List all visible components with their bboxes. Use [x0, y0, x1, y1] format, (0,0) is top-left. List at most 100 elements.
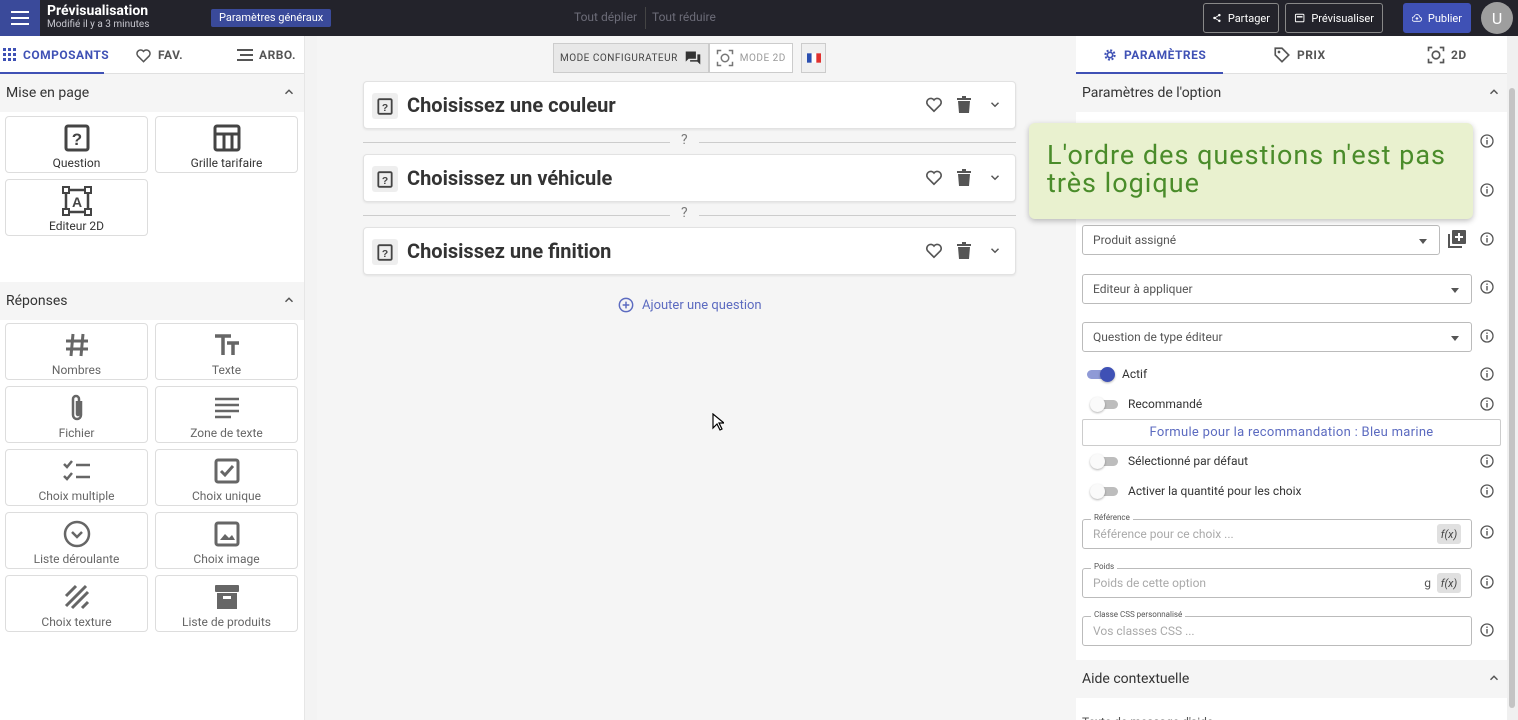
- css-class-label: Classe CSS personnalisé: [1091, 610, 1186, 619]
- collapse-all-button[interactable]: Tout réduire: [652, 10, 716, 24]
- separator-symbol: ?: [681, 132, 688, 148]
- editor-2d-icon: A: [61, 186, 92, 216]
- info-icon[interactable]: [1480, 280, 1494, 294]
- layout-grid: ? Question Grille tarifaire A Editeur 2D: [0, 112, 304, 282]
- mode-configurator-button[interactable]: MODE CONFIGURATEUR: [553, 43, 709, 73]
- tab-favorites[interactable]: FAV.: [135, 36, 183, 74]
- component-editor-2d[interactable]: A Editeur 2D: [5, 179, 148, 236]
- component-single-choice[interactable]: Choix unique: [155, 449, 298, 506]
- assigned-product-select[interactable]: Produit assigné: [1082, 225, 1440, 255]
- default-selected-toggle[interactable]: [1090, 454, 1120, 469]
- language-button[interactable]: [801, 43, 826, 73]
- info-icon[interactable]: [1480, 232, 1494, 246]
- expand-all-button[interactable]: Tout déplier: [574, 10, 637, 24]
- quantity-toggle[interactable]: [1090, 484, 1120, 499]
- info-icon[interactable]: [1480, 623, 1494, 637]
- trash-icon[interactable]: [957, 242, 971, 259]
- question-card[interactable]: ? Choisissez une couleur: [363, 81, 1016, 129]
- info-icon[interactable]: [1480, 454, 1494, 468]
- tab-tree[interactable]: ARBO.: [237, 36, 296, 74]
- assigned-product-value: Produit assigné: [1093, 233, 1177, 247]
- annotation-note: L'ordre des questions n'est pas très log…: [1029, 123, 1473, 219]
- panel-resizer[interactable]: [304, 36, 317, 720]
- recommendation-formula-button[interactable]: Formule pour la recommandation : Bleu ma…: [1082, 419, 1501, 446]
- french-flag-icon: [806, 53, 821, 63]
- separator-symbol: ?: [681, 205, 688, 221]
- formula-button[interactable]: f(x): [1437, 524, 1461, 544]
- recommended-label: Recommandé: [1128, 397, 1203, 411]
- chevron-down-icon[interactable]: [988, 169, 1002, 186]
- chevron-down-icon[interactable]: [988, 96, 1002, 113]
- info-icon[interactable]: [1480, 183, 1494, 197]
- component-texture-choice[interactable]: Choix texture: [5, 575, 148, 632]
- info-icon[interactable]: [1480, 397, 1494, 411]
- question-icon: ?: [372, 239, 398, 265]
- editor-to-apply-select[interactable]: Editeur à appliquer: [1082, 274, 1472, 304]
- component-text-area-label: Zone de texte: [190, 426, 263, 440]
- component-dropdown[interactable]: Liste déroulante: [5, 512, 148, 569]
- tab-price[interactable]: PRIX: [1273, 36, 1326, 74]
- component-text-area[interactable]: Zone de texte: [155, 386, 298, 443]
- responses-section-title: Réponses: [6, 293, 68, 309]
- css-class-input[interactable]: Classe CSS personnalisé Vos classes CSS …: [1082, 610, 1472, 646]
- question-icon: ?: [372, 93, 398, 119]
- component-multiple-choice[interactable]: Choix multiple: [5, 449, 148, 506]
- trash-icon[interactable]: [957, 169, 971, 186]
- component-numbers[interactable]: Nombres: [5, 323, 148, 380]
- tab-tree-label: ARBO.: [259, 48, 296, 62]
- tab-components[interactable]: COMPOSANTS: [3, 36, 109, 74]
- info-icon[interactable]: [1480, 329, 1494, 343]
- right-tabs: PARAMÈTRES PRIX 2D: [1076, 36, 1507, 74]
- heart-icon[interactable]: [925, 169, 943, 186]
- share-icon: [1213, 13, 1221, 23]
- mouse-cursor-icon: [712, 413, 724, 431]
- component-question[interactable]: ? Question: [5, 116, 148, 173]
- weight-input[interactable]: Poids Poids de cette option g f(x): [1082, 562, 1472, 598]
- component-image-choice[interactable]: Choix image: [155, 512, 298, 569]
- question-card[interactable]: ? Choisissez un véhicule: [363, 154, 1016, 202]
- preview-button[interactable]: Prévisualiser: [1285, 3, 1383, 33]
- publish-button[interactable]: Publier: [1403, 3, 1471, 33]
- info-icon[interactable]: [1480, 525, 1494, 539]
- option-settings-header[interactable]: Paramètres de l'option: [1076, 74, 1507, 112]
- formula-button[interactable]: f(x): [1437, 573, 1461, 593]
- general-settings-button[interactable]: Paramètres généraux: [211, 9, 332, 27]
- default-selected-label: Sélectionné par défaut: [1128, 454, 1249, 468]
- info-icon[interactable]: [1480, 575, 1494, 589]
- add-question-button[interactable]: Ajouter une question: [618, 297, 762, 313]
- add-box-icon[interactable]: [1448, 230, 1466, 248]
- contextual-help-header[interactable]: Aide contextuelle: [1076, 660, 1507, 698]
- info-icon[interactable]: [1480, 134, 1494, 148]
- scrollbar-thumb[interactable]: [1509, 88, 1515, 708]
- chevron-down-icon[interactable]: [988, 242, 1002, 259]
- share-button[interactable]: Partager: [1203, 3, 1279, 33]
- mode-2d-button[interactable]: MODE 2D: [708, 43, 793, 73]
- trash-icon[interactable]: [957, 96, 971, 113]
- recommended-toggle[interactable]: [1090, 397, 1120, 412]
- list-icon: [237, 49, 253, 61]
- component-product-list[interactable]: Liste de produits: [155, 575, 298, 632]
- plus-circle-icon: [618, 297, 634, 313]
- mode-configurator-label: MODE CONFIGURATEUR: [560, 52, 678, 64]
- info-icon[interactable]: [1480, 484, 1494, 498]
- heart-icon[interactable]: [925, 242, 943, 259]
- weight-unit: g: [1424, 576, 1431, 590]
- editor-question-select[interactable]: Question de type éditeur: [1082, 322, 1472, 352]
- component-text[interactable]: Texte: [155, 323, 298, 380]
- layout-section-header[interactable]: Mise en page: [0, 74, 304, 112]
- reference-input[interactable]: Référence Référence pour ce choix ... f(…: [1082, 513, 1472, 549]
- menu-button[interactable]: [0, 0, 40, 36]
- avatar[interactable]: U: [1481, 2, 1513, 34]
- component-file[interactable]: Fichier: [5, 386, 148, 443]
- tab-2d-label: 2D: [1451, 48, 1467, 62]
- component-price-grid[interactable]: Grille tarifaire: [155, 116, 298, 173]
- tab-2d[interactable]: 2D: [1427, 36, 1467, 74]
- active-toggle[interactable]: [1085, 367, 1115, 382]
- question-card[interactable]: ? Choisissez une finition: [363, 227, 1016, 275]
- tab-parameters[interactable]: PARAMÈTRES: [1102, 36, 1206, 74]
- info-icon[interactable]: [1480, 367, 1494, 381]
- archive-icon: [214, 585, 239, 609]
- cloud-upload-icon: [1412, 14, 1422, 22]
- responses-section-header[interactable]: Réponses: [0, 282, 304, 320]
- heart-icon[interactable]: [925, 96, 943, 113]
